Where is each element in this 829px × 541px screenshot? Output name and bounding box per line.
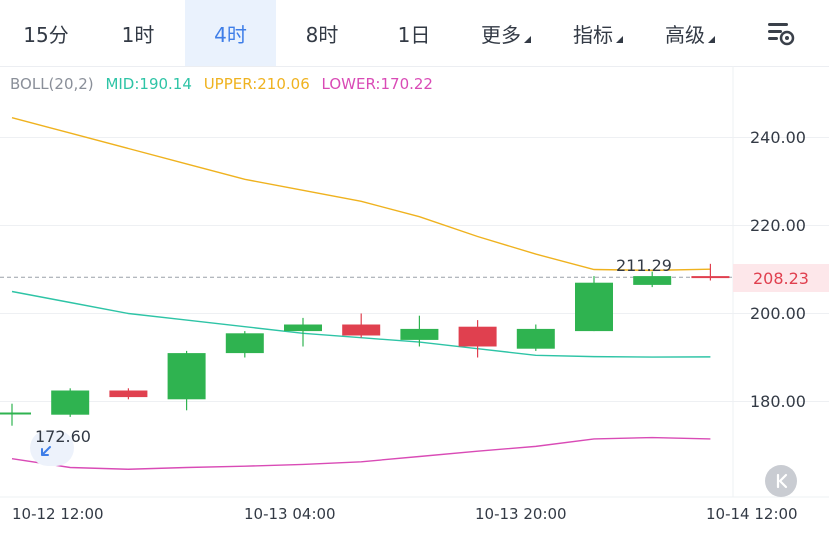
candle-body xyxy=(0,412,31,415)
dropdown-caret-icon xyxy=(524,35,531,43)
y-tick-label: 240.00 xyxy=(750,128,806,147)
y-tick-label: 220.00 xyxy=(750,216,806,235)
tab-8h[interactable]: 8时 xyxy=(276,0,368,66)
chart-settings-button[interactable] xyxy=(764,18,796,48)
tab-4h-label: 4时 xyxy=(214,22,247,47)
x-tick-label: 10-14 12:00 xyxy=(706,505,798,523)
dropdown-caret-icon xyxy=(616,35,623,43)
tab-8h-label: 8时 xyxy=(305,22,339,47)
tab-more-label: 更多 xyxy=(481,22,521,47)
boll-indicator-legend: BOLL(20,2) MID:190.14 UPPER:210.06 LOWER… xyxy=(10,75,440,93)
tab-1d[interactable]: 1日 xyxy=(368,0,460,66)
candle-body xyxy=(575,282,613,332)
boll-lower-line xyxy=(11,436,711,470)
boll-upper-value: UPPER:210.06 xyxy=(203,75,310,93)
boll-name: BOLL(20,2) xyxy=(10,75,94,93)
current-price-tag: 208.23 xyxy=(733,264,829,292)
tab-4h[interactable]: 4时 xyxy=(185,0,276,66)
tab-1d-label: 1日 xyxy=(397,22,431,47)
tab-advanced[interactable]: 高级 xyxy=(644,0,736,66)
boll-mid-value: MID:190.14 xyxy=(105,75,192,93)
tab-15min[interactable]: 15分 xyxy=(0,0,92,66)
y-tick-label: 180.00 xyxy=(750,392,806,411)
y-tick-label: 200.00 xyxy=(750,304,806,323)
chevron-left-double-icon xyxy=(776,473,788,489)
candle-body xyxy=(516,328,555,349)
candle-body xyxy=(284,324,322,332)
candle-body xyxy=(51,390,90,415)
x-tick-label: 10-12 12:00 xyxy=(12,505,104,523)
interval-tab-bar: 15分 1时 4时 8时 1日 更多 指标 高级 xyxy=(0,0,829,67)
tab-advanced-label: 高级 xyxy=(665,22,705,47)
chart-settings-icon xyxy=(768,23,795,46)
tab-1h[interactable]: 1时 xyxy=(92,0,184,66)
tab-indicators-label: 指标 xyxy=(573,22,613,47)
tab-indicators[interactable]: 指标 xyxy=(552,0,644,66)
tab-1h-label: 1时 xyxy=(121,22,155,47)
candle-body xyxy=(633,276,672,285)
candle-body xyxy=(167,353,206,400)
candle-body xyxy=(400,328,439,340)
dropdown-caret-icon xyxy=(708,35,715,43)
candle-body xyxy=(458,326,497,347)
scroll-to-latest-button[interactable] xyxy=(765,465,797,497)
candle-body xyxy=(225,333,264,354)
boll-lower-value: LOWER:170.22 xyxy=(321,75,433,93)
boll-mid-line xyxy=(11,290,711,358)
tab-15min-label: 15分 xyxy=(23,22,69,47)
tab-more[interactable]: 更多 xyxy=(460,0,552,66)
x-tick-label: 10-13 20:00 xyxy=(475,505,567,523)
max-price-label: 211.29 xyxy=(616,256,672,275)
candle-body xyxy=(691,276,730,279)
x-tick-label: 10-13 04:00 xyxy=(244,505,336,523)
min-price-label: 172.60 xyxy=(35,427,91,446)
candle-body xyxy=(109,390,148,398)
boll-upper-line xyxy=(11,117,711,272)
candle-body xyxy=(342,324,381,336)
